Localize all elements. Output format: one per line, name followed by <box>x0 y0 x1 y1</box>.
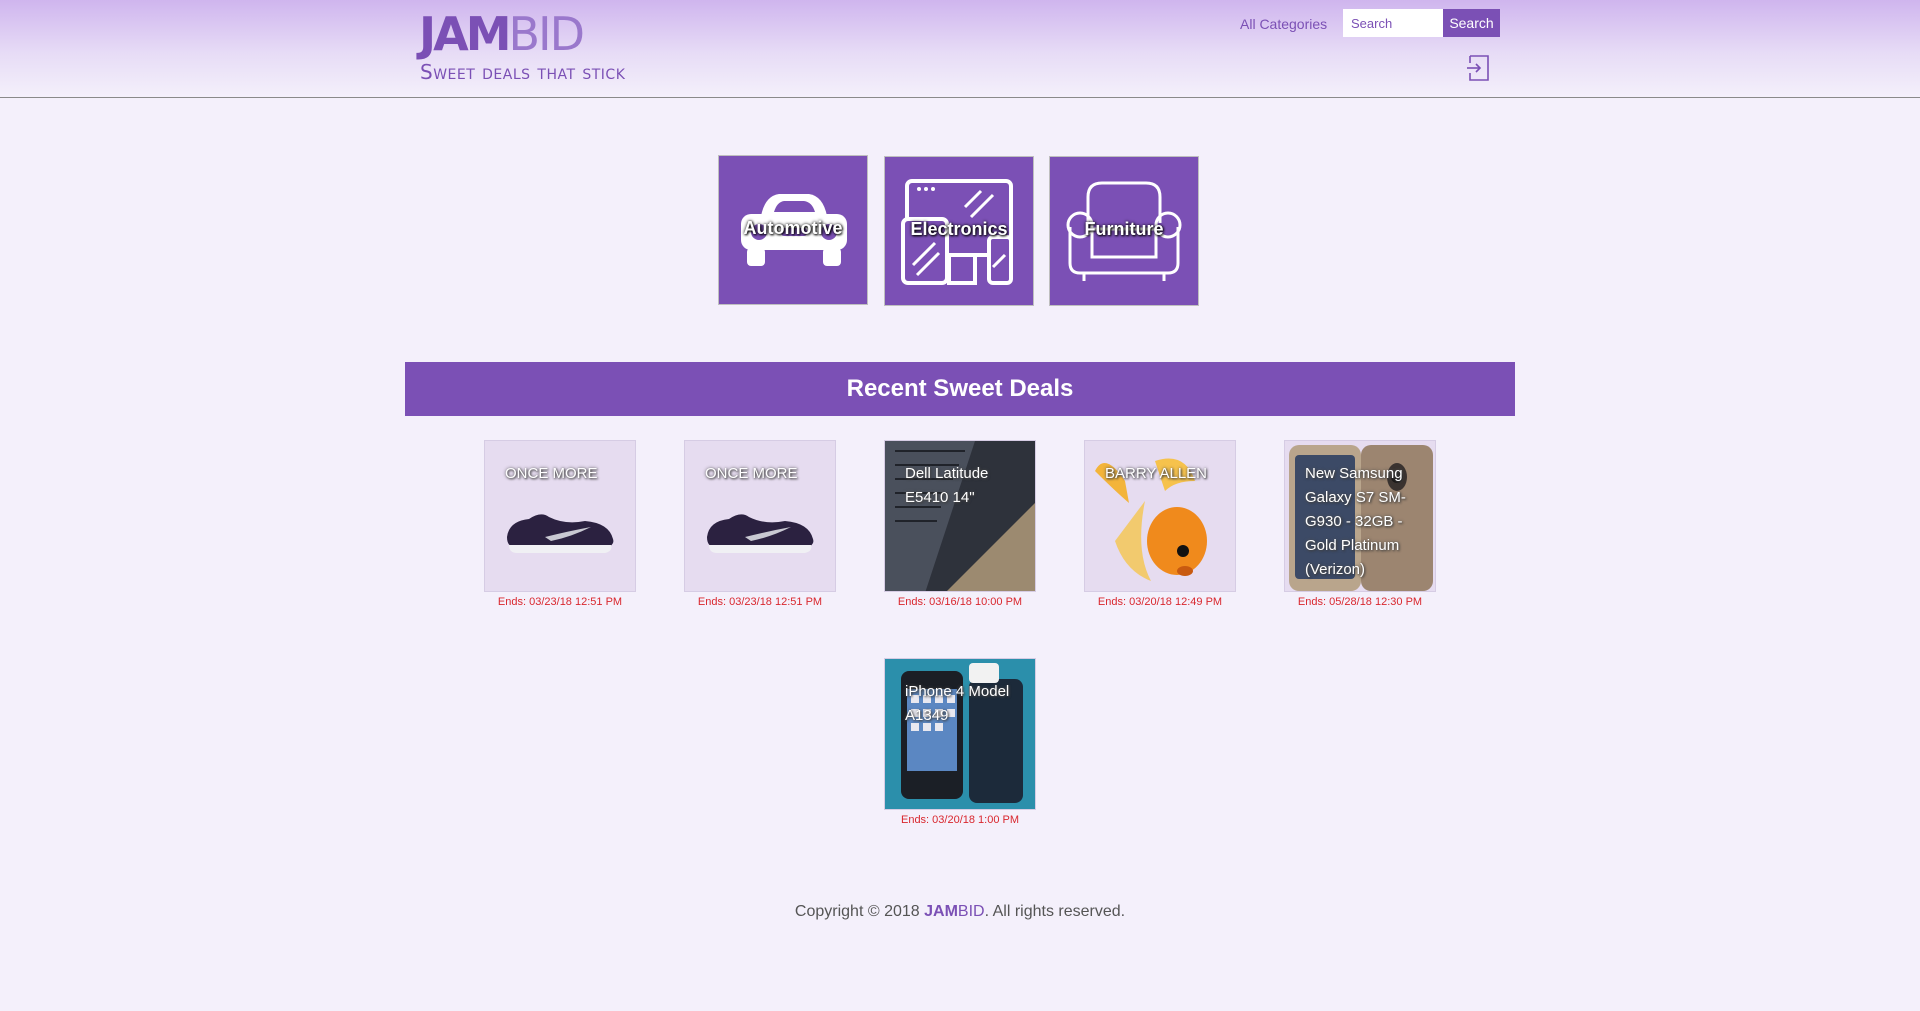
category-label: Furniture <box>1084 219 1164 239</box>
deal-thumbnail[interactable]: BARRY ALLEN <box>1084 440 1236 592</box>
deal-title: iPhone 4 Model A1349 <box>905 683 1010 724</box>
deal-end-time: Ends: 03/23/18 12:51 PM <box>497 596 623 608</box>
copyright-text: Copyright © 2018 <box>794 903 925 920</box>
all-categories-link[interactable]: All Categories <box>1240 15 1327 33</box>
deal-end-time: Ends: 03/20/18 1:00 PM <box>900 814 1020 826</box>
deal-end-time: Ends: 03/20/18 12:49 PM <box>1097 596 1223 608</box>
recent-deals-heading: Recent Sweet Deals <box>405 362 1515 416</box>
rights-text: . All rights reserved. <box>984 903 1126 920</box>
site-logo[interactable]: JAMBID <box>419 7 586 61</box>
site-header: JAMBID Sweet deals that stick All Catego… <box>0 0 1920 98</box>
logo-bold-text: JAM <box>419 7 511 61</box>
deal-title: ONCE MORE <box>505 465 598 482</box>
footer-brand-light: BID <box>957 903 985 920</box>
category-label: Automotive <box>743 218 843 238</box>
search-button[interactable]: Search <box>1443 9 1500 37</box>
deal-end-time: Ends: 03/16/18 10:00 PM <box>897 596 1023 608</box>
deal-thumbnail[interactable]: ONCE MORE <box>684 440 836 592</box>
logo-light-text: BID <box>508 7 586 61</box>
deal-title: New Samsung Galaxy S7 SM-G930 - 32GB - G… <box>1305 465 1406 578</box>
deal-thumbnail[interactable]: New Samsung Galaxy S7 SM-G930 - 32GB - G… <box>1284 440 1436 592</box>
deal-thumbnail[interactable]: iPhone 4 Model A1349 <box>884 658 1036 810</box>
deal-thumbnail[interactable]: ONCE MORE <box>484 440 636 592</box>
category-label: Electronics <box>910 219 1008 239</box>
category-tile-automotive[interactable]: Automotive <box>718 155 868 305</box>
deal-end-time: Ends: 05/28/18 12:30 PM <box>1297 596 1423 608</box>
footer-brand-bold: JAM <box>924 903 958 920</box>
deal-title: Dell Latitude E5410 14" <box>905 465 989 506</box>
site-tagline: Sweet deals that stick <box>420 60 626 84</box>
search-input[interactable] <box>1343 9 1443 37</box>
deal-title: ONCE MORE <box>705 465 798 482</box>
deal-title: BARRY ALLEN <box>1105 465 1208 482</box>
category-tile-furniture[interactable]: Furniture <box>1049 156 1199 306</box>
sign-in-icon[interactable] <box>1466 54 1490 82</box>
deal-thumbnail[interactable]: Dell Latitude E5410 14" <box>884 440 1036 592</box>
site-footer: Copyright © 2018 JAMBID. All rights rese… <box>0 903 1920 921</box>
category-tile-electronics[interactable]: Electronics <box>884 156 1034 306</box>
deal-end-time: Ends: 03/23/18 12:51 PM <box>697 596 823 608</box>
